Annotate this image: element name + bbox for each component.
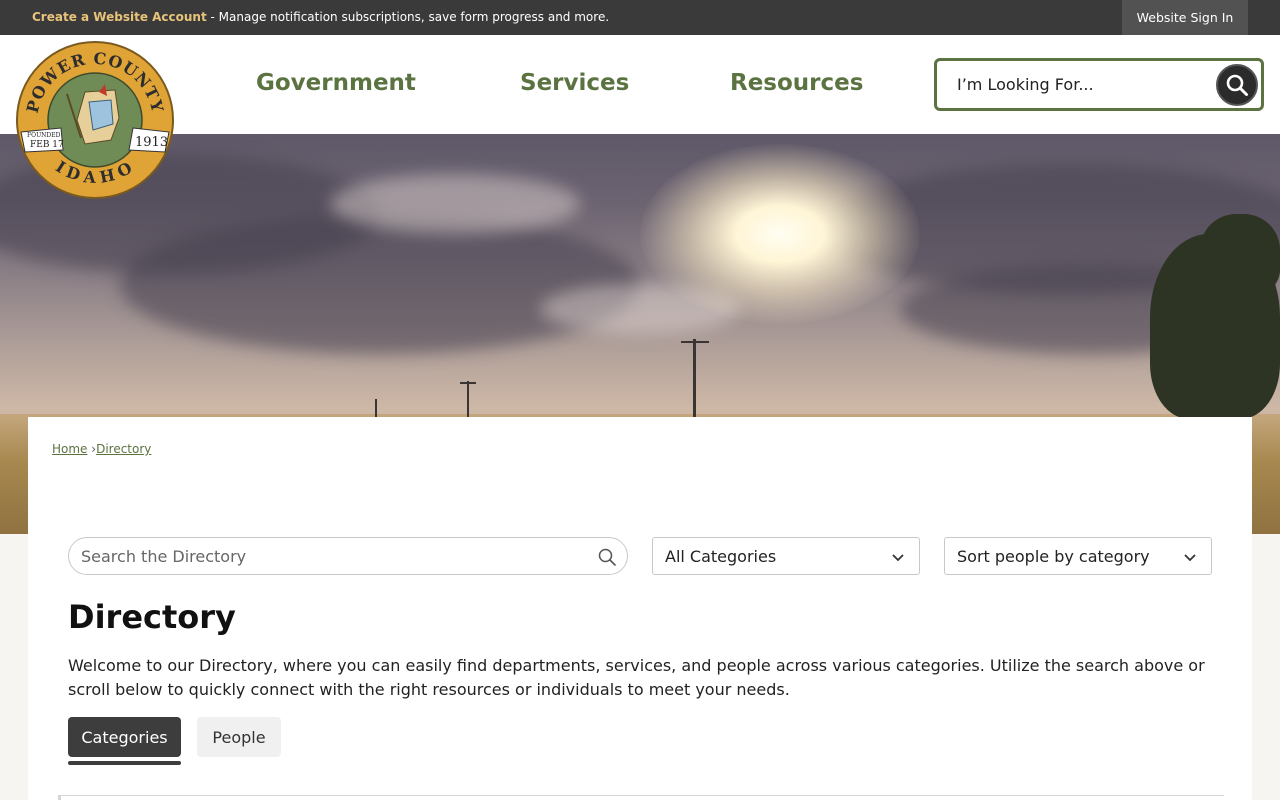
site-search-button[interactable] xyxy=(1216,64,1258,106)
directory-search-input[interactable] xyxy=(69,538,579,574)
website-sign-in-button[interactable]: Website Sign In xyxy=(1122,0,1248,35)
tab-active-indicator xyxy=(68,761,181,765)
page-title: Directory xyxy=(68,598,236,636)
breadcrumb-directory[interactable]: Directory xyxy=(96,442,151,456)
logo-founded-date: FEB 17 xyxy=(30,140,64,150)
logo-founded-label: FOUNDED xyxy=(27,132,61,139)
directory-search xyxy=(68,537,628,575)
search-icon[interactable] xyxy=(597,547,617,567)
account-promo-text: - Manage notification subscriptions, sav… xyxy=(206,10,610,24)
directory-list-edge xyxy=(58,795,61,800)
nav-services[interactable]: Services xyxy=(520,70,629,96)
sort-select-value: Sort people by category xyxy=(957,546,1150,566)
tab-categories[interactable]: Categories xyxy=(68,717,181,757)
site-search xyxy=(934,58,1264,111)
chevron-down-icon xyxy=(892,554,904,562)
breadcrumb-home[interactable]: Home xyxy=(52,442,87,456)
account-promo: Create a Website Account - Manage notifi… xyxy=(32,10,609,24)
breadcrumb: Home ›Directory xyxy=(52,442,151,456)
nav-government[interactable]: Government xyxy=(256,70,416,96)
logo-year: 1913 xyxy=(135,135,168,150)
create-account-link[interactable]: Create a Website Account xyxy=(32,10,207,24)
directory-list-border xyxy=(58,795,1224,796)
utility-bar: Create a Website Account - Manage notifi… xyxy=(0,0,1280,35)
nav-resources[interactable]: Resources xyxy=(730,70,863,96)
sun-glow xyxy=(640,144,920,324)
site-search-input[interactable] xyxy=(937,61,1207,108)
directory-intro: Welcome to our Directory, where you can … xyxy=(68,656,1205,699)
category-select[interactable]: All Categories xyxy=(652,537,920,575)
search-icon xyxy=(1226,74,1248,96)
chevron-down-icon xyxy=(1184,554,1196,562)
tab-people[interactable]: People xyxy=(197,717,281,757)
category-select-value: All Categories xyxy=(665,546,777,566)
sort-select[interactable]: Sort people by category xyxy=(944,537,1212,575)
power-county-seal-logo[interactable]: FOUNDED FEB 17 1913 POWER COUNTY IDAHO xyxy=(15,40,175,200)
